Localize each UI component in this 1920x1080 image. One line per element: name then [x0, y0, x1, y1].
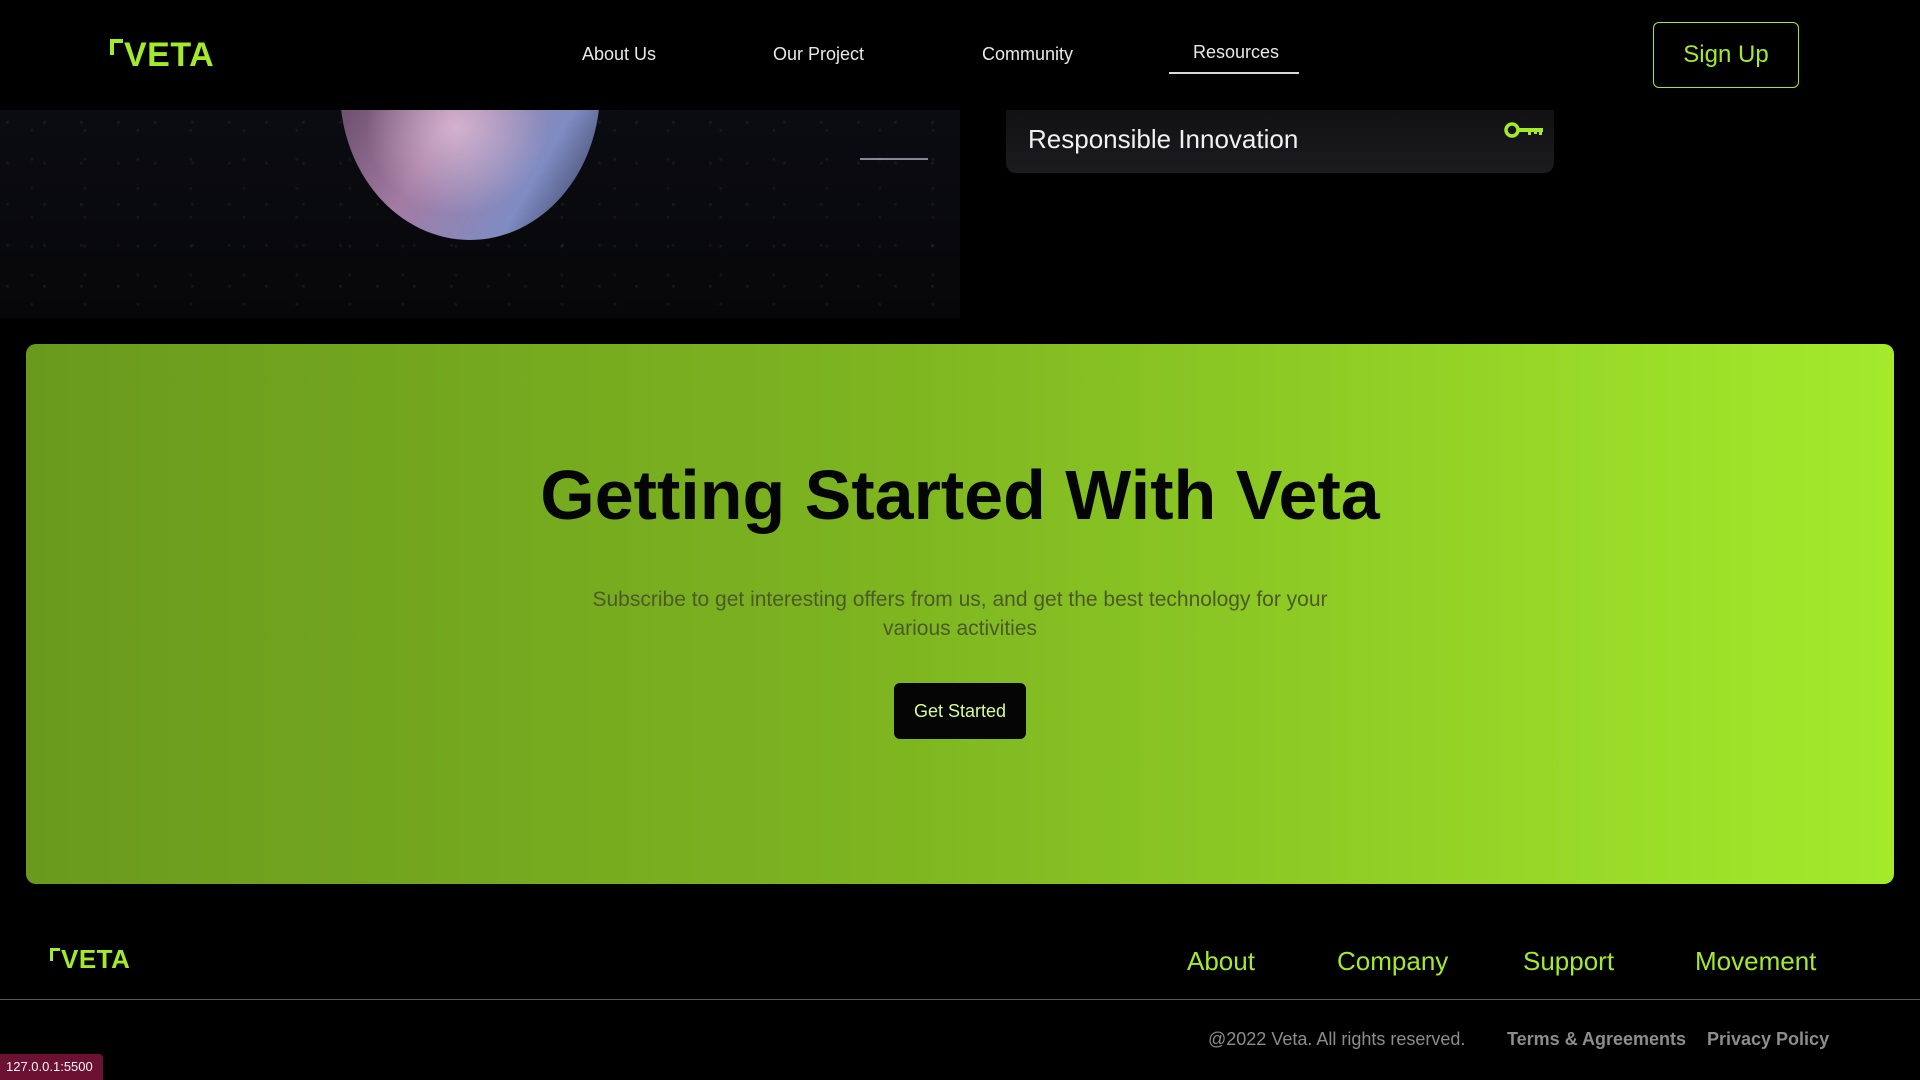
footer-link-company[interactable]: Company — [1337, 946, 1448, 977]
logo-corner-mark — [110, 39, 123, 55]
privacy-policy-link[interactable]: Privacy Policy — [1707, 1029, 1829, 1050]
nav-item-our-project[interactable]: Our Project — [773, 44, 864, 65]
active-nav-underline — [1169, 72, 1299, 74]
nav-item-resources[interactable]: Resources — [1193, 42, 1279, 63]
logo-corner-mark — [50, 948, 60, 961]
copyright-text: @2022 Veta. All rights reserved. — [1208, 1029, 1466, 1049]
brand-name: VETA — [124, 36, 215, 74]
light-streak — [860, 158, 928, 160]
feature-card[interactable]: Responsible Innovation — [1006, 110, 1554, 173]
brand-logo[interactable]: VETA — [110, 36, 214, 75]
get-started-button[interactable]: Get Started — [894, 683, 1026, 739]
nav-item-about-us[interactable]: About Us — [582, 44, 656, 65]
cta-subtitle: Subscribe to get interesting offers from… — [592, 588, 1328, 640]
footer-link-about[interactable]: About — [1187, 946, 1255, 977]
footer-link-movement[interactable]: Movement — [1695, 946, 1816, 977]
hero-image — [0, 110, 960, 318]
sign-up-button[interactable]: Sign Up — [1653, 22, 1799, 88]
footer-brand-name: VETA — [61, 944, 131, 974]
hero-face-graphic — [340, 110, 600, 240]
footer-divider — [0, 999, 1920, 1000]
terms-link[interactable]: Terms & Agreements — [1507, 1029, 1686, 1050]
key-icon — [1504, 122, 1543, 138]
footer-link-support[interactable]: Support — [1523, 946, 1614, 977]
footer-logo[interactable]: VETA — [50, 944, 130, 975]
site-header: VETA About Us Our Project Community Reso… — [0, 0, 1920, 110]
browser-status-url: 127.0.0.1:5500 — [0, 1054, 103, 1080]
feature-card-title: Responsible Innovation — [1028, 124, 1299, 154]
nav-item-community[interactable]: Community — [982, 44, 1073, 65]
cta-title: Getting Started With Veta — [540, 456, 1380, 534]
